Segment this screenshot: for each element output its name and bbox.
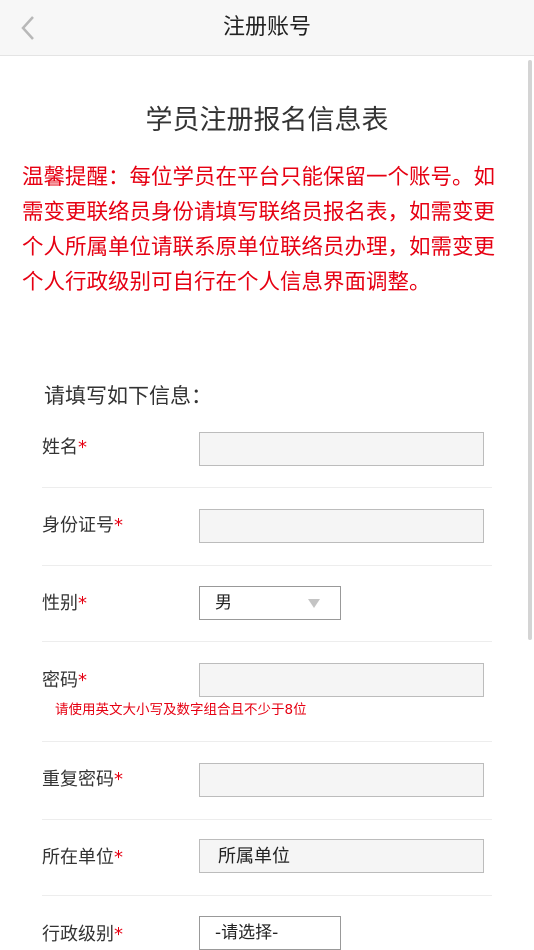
scrollbar[interactable] — [528, 60, 532, 640]
gender-select-value: 男 — [215, 593, 232, 613]
repeat-password-input[interactable] — [199, 763, 484, 797]
form-title: 学员注册报名信息表 — [145, 105, 389, 136]
dropdown-arrow-icon — [308, 599, 320, 608]
notice-text: 温馨提醒：每位学员在平台只能保留一个账号。如需变更联络员身份请填写联络员报名表，… — [22, 165, 496, 295]
form-row-password: 密码* 请使用英文大小写及数字组合且不少于8位 — [42, 642, 492, 742]
required-mark: * — [78, 437, 87, 458]
repeat-password-label: 重复密码* — [42, 769, 123, 790]
required-mark: * — [114, 515, 123, 536]
form-row-unit: 所在单位* 所属单位 — [42, 820, 492, 896]
form-row-admin-level: 行政级别* -请选择- — [42, 896, 492, 950]
password-input[interactable] — [199, 663, 484, 697]
form-row-name: 姓名* — [42, 420, 492, 488]
form-row-gender: 性别* 男 — [42, 566, 492, 642]
password-label: 密码* — [42, 670, 87, 691]
admin-level-select[interactable]: -请选择- — [199, 916, 341, 950]
required-mark: * — [78, 670, 87, 691]
unit-label: 所在单位* — [42, 847, 123, 868]
form-row-repeat-password: 重复密码* — [42, 742, 492, 820]
admin-level-label: 行政级别* — [42, 924, 123, 945]
name-input[interactable] — [199, 432, 484, 466]
password-hint: 请使用英文大小写及数字组合且不少于8位 — [55, 702, 307, 718]
nav-bar: 注册账号 — [0, 0, 534, 56]
gender-select[interactable]: 男 — [199, 586, 341, 620]
gender-label: 性别* — [42, 593, 87, 614]
required-mark: * — [78, 593, 87, 614]
required-mark: * — [114, 769, 123, 790]
required-mark: * — [114, 924, 123, 945]
admin-level-select-value: -请选择- — [215, 923, 279, 943]
required-mark: * — [114, 847, 123, 868]
id-number-label: 身份证号* — [42, 515, 123, 536]
name-label: 姓名* — [42, 437, 87, 458]
id-number-input[interactable] — [199, 509, 484, 543]
unit-input[interactable]: 所属单位 — [199, 839, 484, 873]
form-row-id-number: 身份证号* — [42, 488, 492, 566]
form-intro: 请填写如下信息： — [44, 384, 212, 408]
page-title: 注册账号 — [222, 15, 311, 40]
